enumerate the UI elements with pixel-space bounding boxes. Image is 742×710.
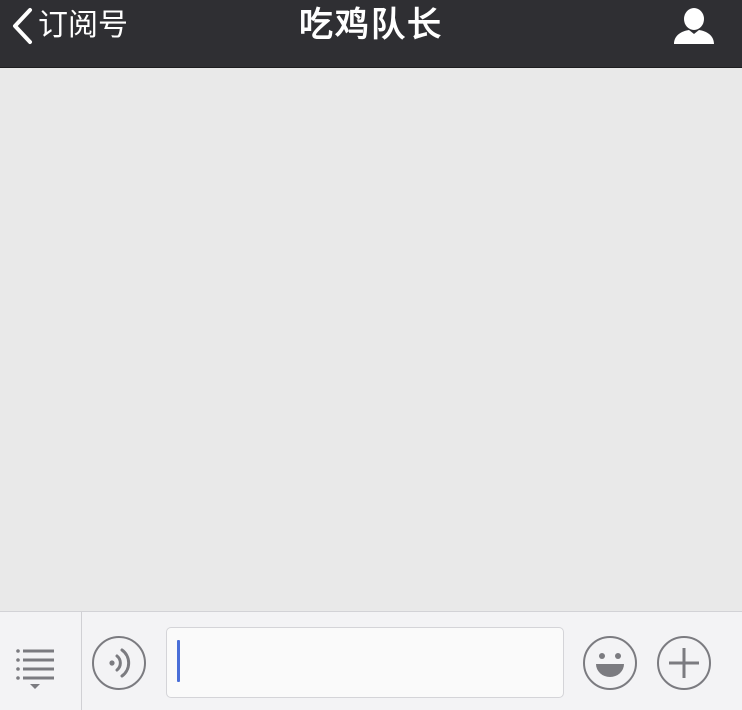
menu-toggle-button[interactable] — [0, 612, 82, 710]
nav-bar: 订阅号 吃鸡队长 — [0, 0, 742, 68]
back-label: 订阅号 — [38, 8, 128, 43]
back-button[interactable]: 订阅号 — [10, 6, 128, 46]
profile-button[interactable] — [672, 6, 716, 46]
person-icon — [672, 8, 716, 50]
message-list[interactable] — [0, 68, 742, 611]
message-input[interactable] — [166, 627, 564, 698]
plus-button[interactable] — [657, 636, 711, 690]
voice-button[interactable] — [92, 636, 146, 690]
text-caret — [177, 640, 180, 682]
chevron-left-icon — [10, 6, 34, 46]
emoji-button[interactable] — [583, 636, 637, 690]
chat-screen: 订阅号 吃鸡队长 — [0, 0, 742, 710]
input-bar — [0, 611, 742, 710]
